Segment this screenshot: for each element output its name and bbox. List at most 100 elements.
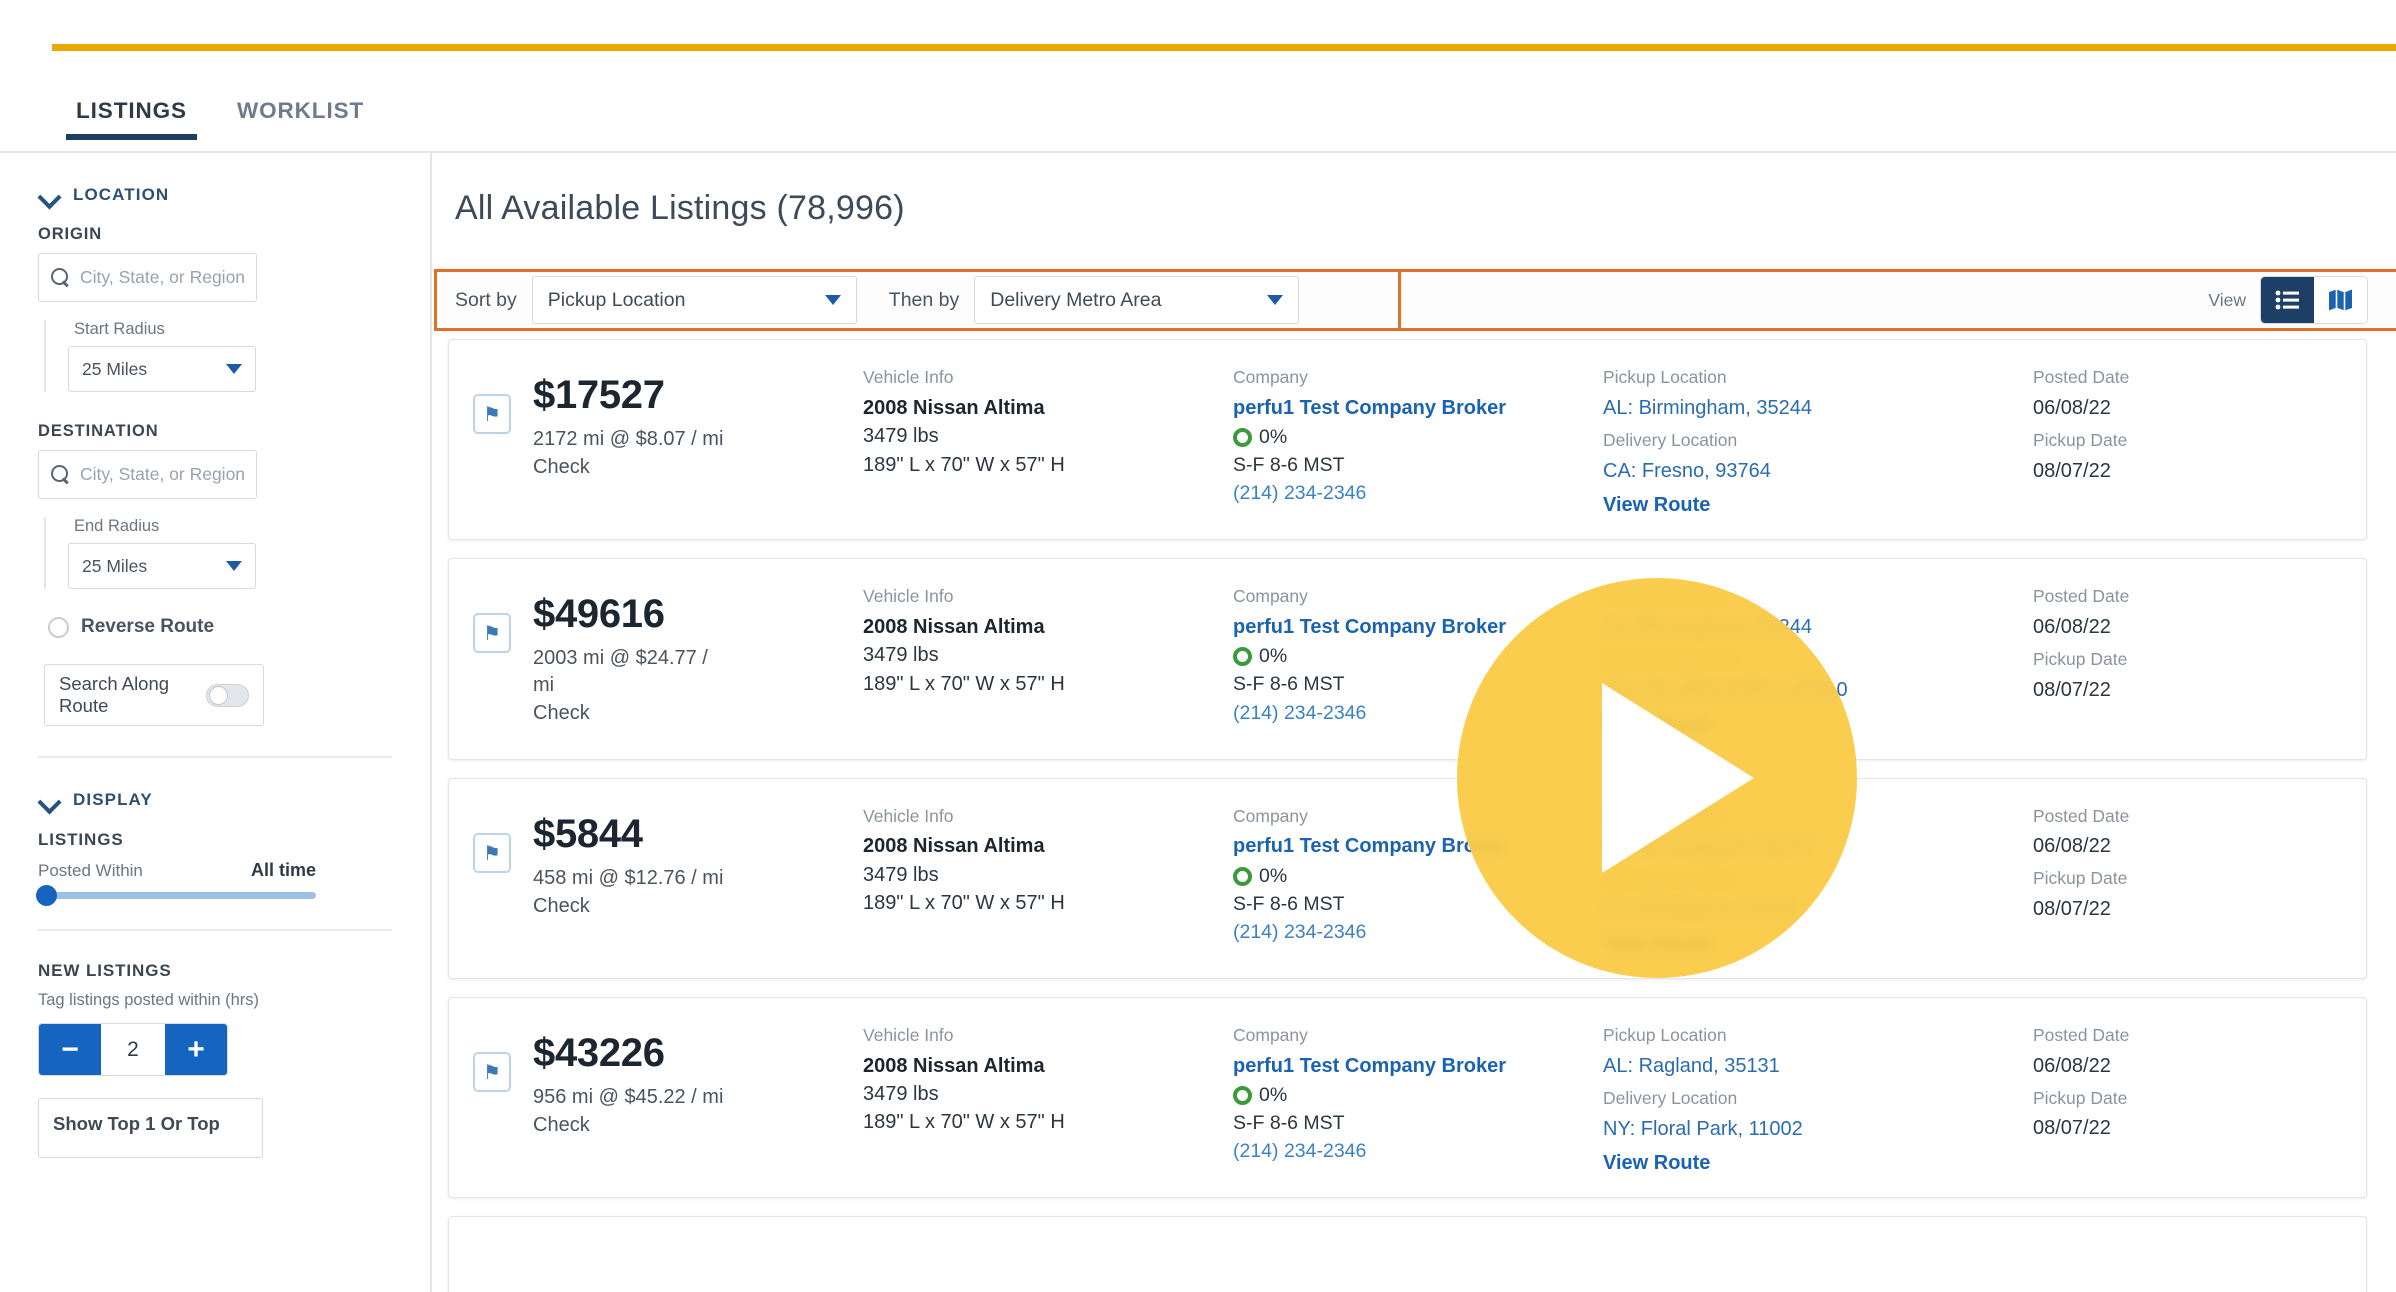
destination-label: DESTINATION	[38, 422, 159, 440]
flag-column: ⚑	[473, 805, 533, 873]
company-label: Company	[1233, 1024, 1308, 1045]
flag-icon: ⚑	[483, 840, 501, 865]
dates-column: Posted Date 06/08/22 Pickup Date 08/07/2…	[2033, 585, 2273, 704]
origin-label: ORIGIN	[38, 225, 103, 243]
view-route-link[interactable]: View Route	[1603, 714, 2033, 737]
company-name[interactable]: perfu1 Test Company Broker	[1233, 613, 1603, 641]
then-by-select[interactable]: Delivery Metro Area	[974, 276, 1300, 324]
chevron-down-icon	[1267, 295, 1284, 305]
pickup-location-value[interactable]: AL: Birmingham, 35244	[1603, 613, 2033, 641]
listing-card[interactable]: ⚑ $43226 956 mi @ $45.22 / mi Check Vehi…	[448, 996, 2367, 1199]
stepper-value[interactable]: 2	[101, 1024, 165, 1075]
listing-rate: 458 mi @ $12.76 / mi	[533, 866, 724, 889]
view-switcher: View	[2208, 276, 2368, 324]
delivery-location-value[interactable]: NY: Floral Park, 11002	[1603, 1115, 2033, 1143]
pickup-date-value: 08/07/22	[2033, 898, 2111, 921]
view-label: View	[2208, 289, 2246, 310]
listing-card[interactable]: ⚑ $17527 2172 mi @ $8.07 / mi Check Vehi…	[448, 339, 2367, 541]
pickup-date-value: 08/07/22	[2033, 459, 2111, 482]
view-list-button[interactable]	[2261, 277, 2314, 323]
price-column: $17527 2172 mi @ $8.07 / mi Check	[533, 366, 863, 481]
vehicle-name: 2008 Nissan Altima	[863, 835, 1045, 858]
tab-worklist[interactable]: WORKLIST	[227, 96, 374, 140]
listing-card[interactable]: ⚑ $49616 2003 mi @ $24.77 / mi Check Veh…	[448, 558, 2367, 760]
posted-within-slider[interactable]	[36, 885, 316, 906]
dates-column: Posted Date 06/08/22 Pickup Date 08/07/2…	[2033, 1024, 2273, 1143]
stepper-decrement-button[interactable]: −	[39, 1024, 101, 1075]
vehicle-info-label: Vehicle Info	[863, 1024, 954, 1045]
delivery-location-label: Delivery Location	[1603, 868, 1738, 889]
flag-column: ⚑	[473, 585, 533, 654]
flag-listing-button[interactable]: ⚑	[473, 394, 511, 434]
listing-card[interactable]	[448, 1216, 2367, 1292]
vehicle-column: Vehicle Info 2008 Nissan Altima 3479 lbs…	[863, 1024, 1233, 1137]
destination-search-input[interactable]: City, State, or Region	[38, 450, 257, 499]
company-phone[interactable]: (214) 234-2346	[1233, 699, 1603, 727]
location-section-header[interactable]: LOCATION	[38, 185, 392, 205]
view-toggle-group	[2260, 276, 2368, 324]
start-radius-select[interactable]: 25 Miles	[68, 346, 256, 392]
tab-listings[interactable]: LISTINGS	[66, 96, 197, 140]
vehicle-name: 2008 Nissan Altima	[863, 616, 1045, 639]
main-tabs: LISTINGS WORKLIST	[0, 96, 2396, 152]
view-route-link[interactable]: View Route	[1603, 933, 2033, 956]
chevron-down-icon	[226, 364, 242, 374]
show-top-row[interactable]: Show Top 1 Or Top	[38, 1098, 263, 1158]
listing-payment: Check	[533, 456, 590, 478]
sidebar-divider-1	[38, 756, 392, 758]
pickup-location-value[interactable]: AL: Ragland, 35131	[1603, 1052, 2033, 1080]
vehicle-dimensions: 189" L x 70" W x 57" H	[863, 1111, 1065, 1134]
listing-rate: 2003 mi @ $24.77 / mi	[533, 647, 708, 697]
reverse-route-toggle[interactable]: Reverse Route	[38, 616, 392, 638]
delivery-location-value[interactable]: CA: San Bernardino, 92410	[1603, 676, 2033, 704]
brand-gold-bar	[52, 44, 2396, 51]
sort-by-select[interactable]: Pickup Location	[531, 276, 857, 324]
view-route-link[interactable]: View Route	[1603, 494, 2033, 517]
company-rating-row: 0%	[1233, 1084, 1603, 1107]
delivery-location-value[interactable]: CA: Fresno, 93764	[1603, 457, 2033, 485]
listing-card[interactable]: ⚑ $5844 458 mi @ $12.76 / mi Check Vehic…	[448, 777, 2367, 979]
search-along-route-switch[interactable]	[206, 683, 249, 707]
end-radius-group: End Radius 25 Miles	[44, 517, 392, 589]
start-radius-label: Start Radius	[74, 320, 165, 338]
origin-search-input[interactable]: City, State, or Region	[38, 253, 257, 302]
company-phone[interactable]: (214) 234-2346	[1233, 918, 1603, 946]
chevron-down-icon	[38, 794, 60, 807]
search-along-route-row[interactable]: Search Along Route	[44, 664, 264, 726]
listing-payment: Check	[533, 702, 590, 725]
company-percent: 0%	[1259, 645, 1288, 668]
vehicle-column: Vehicle Info 2008 Nissan Altima 3479 lbs…	[863, 366, 1233, 479]
rating-ring-icon	[1233, 428, 1252, 448]
listings-list: ⚑ $17527 2172 mi @ $8.07 / mi Check Vehi…	[434, 339, 2396, 1292]
vehicle-info-label: Vehicle Info	[863, 805, 954, 826]
pickup-location-value[interactable]: AL: Birmingham, 35244	[1603, 394, 2033, 422]
pickup-location-value[interactable]: AL: Birmingham, 35244	[1603, 832, 2033, 860]
company-name[interactable]: perfu1 Test Company Broker	[1233, 394, 1603, 422]
end-radius-label: End Radius	[74, 517, 160, 535]
display-filter-section: DISPLAY LISTINGS Posted Within All time	[0, 790, 430, 906]
delivery-location-label: Delivery Location	[1603, 649, 1738, 670]
view-route-link[interactable]: View Route	[1603, 1152, 2033, 1175]
sidebar-divider-2	[38, 929, 392, 931]
company-phone[interactable]: (214) 234-2346	[1233, 479, 1603, 507]
company-rating-row: 0%	[1233, 865, 1603, 888]
company-phone[interactable]: (214) 234-2346	[1233, 1137, 1603, 1165]
end-radius-select[interactable]: 25 Miles	[68, 543, 256, 589]
company-name[interactable]: perfu1 Test Company Broker	[1233, 832, 1603, 860]
company-name[interactable]: perfu1 Test Company Broker	[1233, 1052, 1603, 1080]
flag-icon: ⚑	[483, 621, 501, 646]
stepper-increment-button[interactable]: +	[165, 1024, 227, 1075]
reverse-route-label: Reverse Route	[81, 616, 215, 637]
vehicle-column: Vehicle Info 2008 Nissan Altima 3479 lbs…	[863, 585, 1233, 698]
listings-group-label: LISTINGS	[38, 830, 124, 849]
vehicle-info-label: Vehicle Info	[863, 586, 954, 607]
flag-listing-button[interactable]: ⚑	[473, 832, 511, 873]
app-root: LISTINGS WORKLIST LOCATION ORIGIN City, …	[0, 0, 2396, 1292]
slider-handle[interactable]	[36, 885, 57, 906]
view-map-button[interactable]	[2314, 277, 2367, 323]
flag-listing-button[interactable]: ⚑	[473, 1051, 511, 1092]
display-section-header[interactable]: DISPLAY	[38, 790, 392, 810]
flag-listing-button[interactable]: ⚑	[473, 613, 511, 654]
page-title: All Available Listings (78,996)	[455, 189, 905, 227]
delivery-location-value[interactable]: KY: Shelbiana, 41562	[1603, 895, 2033, 923]
